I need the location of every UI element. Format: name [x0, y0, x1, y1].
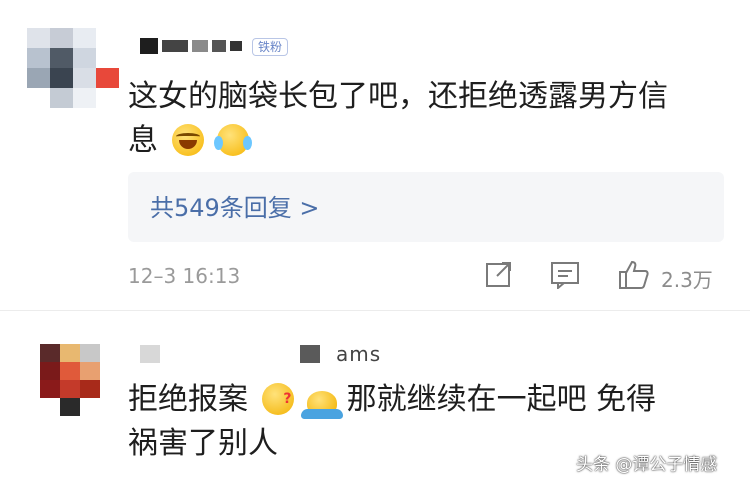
comment-timestamp: 12–3 16:13 [128, 264, 241, 288]
comment-line: 拒绝报案 [128, 382, 248, 417]
thinking-face-icon [261, 377, 294, 421]
comment-text: 这女的脑袋长包了吧，还拒绝透露男方信 息 [128, 75, 738, 163]
crying-icon [214, 124, 253, 156]
username-tail: ams [336, 342, 382, 366]
comment-icon[interactable] [550, 259, 580, 293]
username-blurred[interactable] [140, 345, 160, 363]
username-blurred [300, 345, 320, 363]
divider [0, 310, 750, 311]
fan-badge: 铁粉 [252, 38, 289, 56]
laughing-crying-icon [171, 124, 204, 156]
view-replies-link[interactable]: 共549条回复 > [150, 188, 320, 223]
avatar[interactable] [27, 28, 119, 108]
comment-line: 那就继续在一起吧 免得 [346, 382, 657, 417]
avatar[interactable] [40, 344, 120, 416]
shrug-icon [301, 391, 344, 419]
username-blurred[interactable] [140, 38, 242, 54]
comment-line: 祸害了别人 [128, 426, 278, 461]
comment-line: 这女的脑袋长包了吧，还拒绝透露男方信 [128, 79, 668, 114]
like-icon[interactable] [618, 259, 650, 295]
watermark: 头条 @谭公子情感 [576, 455, 718, 475]
replies-panel[interactable]: 共549条回复 > [128, 172, 724, 242]
comment-line: 息 [128, 123, 158, 158]
like-count: 2.3万 [661, 268, 713, 292]
share-icon[interactable] [484, 259, 514, 293]
